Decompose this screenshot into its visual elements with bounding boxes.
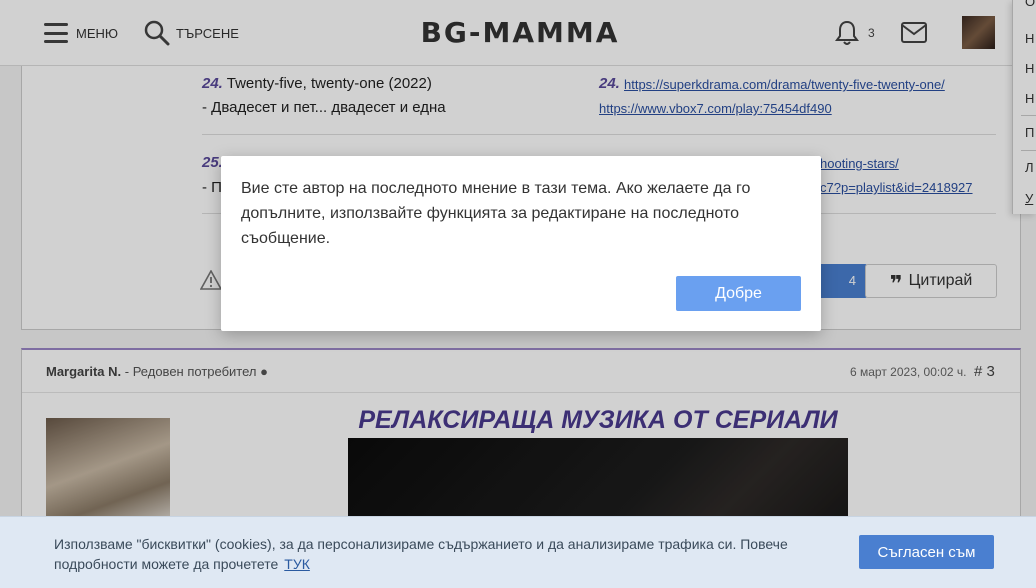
- cookie-consent-bar: Използваме "бисквитки" (cookies), за да …: [0, 516, 1036, 588]
- dialog-message: Вие сте автор на последното мнение в таз…: [241, 180, 751, 247]
- accept-cookies-button[interactable]: Съгласен съм: [859, 535, 994, 569]
- cookie-text: Използваме "бисквитки" (cookies), за да …: [54, 536, 788, 572]
- info-dialog: Вие сте автор на последното мнение в таз…: [221, 156, 821, 331]
- ok-button[interactable]: Добре: [676, 276, 801, 311]
- cookie-details-link[interactable]: ТУК: [284, 556, 310, 572]
- cookie-message: Използваме "бисквитки" (cookies), за да …: [54, 534, 814, 574]
